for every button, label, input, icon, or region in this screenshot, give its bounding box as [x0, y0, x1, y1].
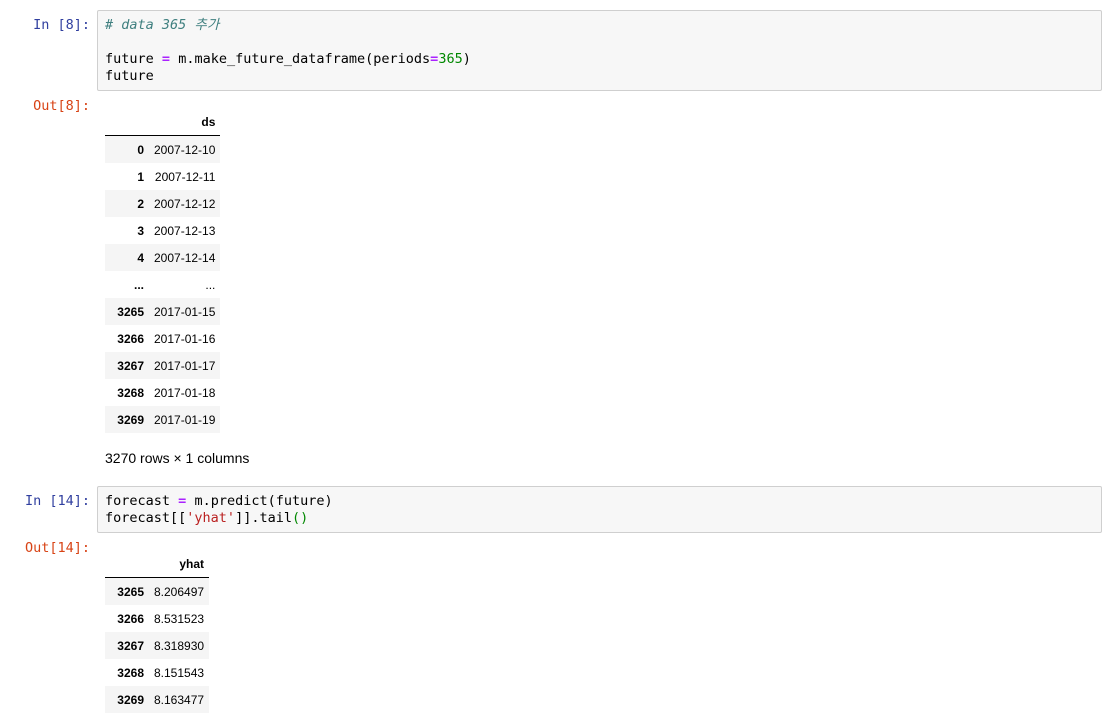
- row-index: 3269: [117, 412, 144, 427]
- row-index: 3267: [117, 638, 144, 653]
- dataframe-shape: 3270 rows × 1 columns: [105, 450, 250, 466]
- table-cell: 2007-12-13: [154, 223, 216, 238]
- table-row: 3269 8.163477: [105, 686, 210, 713]
- dataframe-table: ds 0 2007-12-10 1 2007-12-11 2 2007-12-12 3 200…: [105, 109, 221, 433]
- table-row: 0 2007-12-10: [105, 135, 221, 163]
- column-header: yhat: [149, 551, 210, 578]
- input-prompt: In [14]:: [24, 493, 90, 509]
- table-cell: 2017-01-15: [154, 304, 216, 319]
- row-index: 1: [137, 169, 144, 184]
- output-prompt: Out[14]:: [24, 540, 90, 556]
- table-cell: 8.163477: [154, 692, 205, 707]
- code-line: future = m.make_future_dataframe(periods…: [105, 51, 471, 67]
- table-row: 1 2007-12-11: [105, 163, 220, 190]
- table-cell: 2017-01-19: [154, 412, 216, 427]
- row-index: 3: [137, 223, 144, 238]
- row-index: 3266: [117, 331, 144, 346]
- table-row: 3267 2017-01-17: [105, 352, 221, 379]
- row-index: 3267: [117, 358, 144, 373]
- dataframe-table: yhat 3265 8.206497 3266 8.531523 3267 8.31893…: [105, 551, 210, 713]
- table-cell: 2007-12-12: [154, 196, 216, 211]
- table-row: 3 2007-12-13: [105, 217, 220, 244]
- row-index: 0: [137, 142, 144, 157]
- table-row: 3266 2017-01-16: [105, 325, 220, 352]
- table-row: 3265 2017-01-15: [105, 298, 221, 325]
- code-line: # data 365 추가: [105, 17, 220, 33]
- table-row: 3266 8.531523: [105, 605, 209, 632]
- index-header: [105, 551, 149, 578]
- table-row: 3268 8.151543: [105, 659, 209, 686]
- table-cell: 8.531523: [154, 611, 205, 626]
- index-header: [105, 109, 149, 136]
- code-line: forecast = m.predict(future): [105, 493, 333, 509]
- table-cell: 2007-12-10: [154, 142, 216, 157]
- row-index: ...: [133, 277, 144, 292]
- row-index: 3266: [117, 611, 144, 626]
- table-row: ......: [105, 271, 220, 298]
- table-row: 3265 8.206497: [105, 577, 210, 605]
- table-cell: 8.206497: [154, 584, 205, 599]
- table-row: 3267 8.318930: [105, 632, 210, 659]
- code-cell-input[interactable]: # data 365 추가 future = m.make_future_dat…: [97, 10, 1102, 91]
- table-cell: 2017-01-17: [154, 358, 216, 373]
- row-index: 3268: [117, 385, 144, 400]
- table-cell: 2007-12-11: [154, 169, 216, 184]
- output-prompt: Out[8]:: [33, 98, 90, 114]
- table-cell: 2007-12-14: [154, 250, 216, 265]
- row-index: 3265: [117, 584, 144, 599]
- table-cell: 2017-01-16: [154, 331, 216, 346]
- table-row: 4 2007-12-14: [105, 244, 221, 271]
- table-header-row: ds: [105, 109, 221, 136]
- row-index: 4: [137, 250, 144, 265]
- row-index: 3265: [117, 304, 144, 319]
- table-cell: 8.318930: [154, 638, 205, 653]
- column-header: ds: [149, 109, 221, 136]
- table-row: 2 2007-12-12: [105, 190, 221, 217]
- code-line: forecast[['yhat']].tail(): [105, 510, 309, 526]
- table-row: 3269 2017-01-19: [105, 406, 221, 433]
- row-index: 2: [137, 196, 144, 211]
- code-line: future: [105, 68, 154, 84]
- code-cell-input[interactable]: forecast = m.predict(future) forecast[['…: [97, 486, 1102, 533]
- table-cell: 8.151543: [154, 665, 205, 680]
- row-index: 3269: [117, 692, 144, 707]
- input-prompt: In [8]:: [33, 17, 90, 33]
- row-index: 3268: [117, 665, 144, 680]
- table-cell: ...: [205, 277, 216, 292]
- table-row: 3268 2017-01-18: [105, 379, 220, 406]
- table-header-row: yhat: [105, 551, 210, 578]
- table-cell: 2017-01-18: [154, 385, 216, 400]
